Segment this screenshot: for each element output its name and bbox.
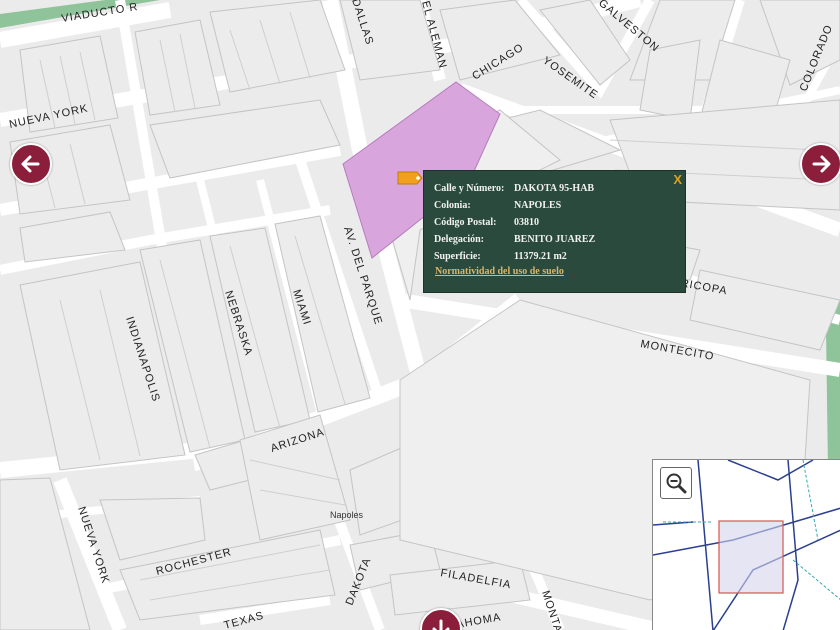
info-label: Superficie: [434,251,481,262]
info-value: 03810 [514,217,539,228]
info-value: DAKOTA 95-HAB [514,183,595,194]
parcel-info-popup: X Calle y Número: DAKOTA 95-HAB Colonia:… [423,170,686,293]
info-row: Delegación: BENITO JUAREZ [434,233,595,250]
info-label: Código Postal: [434,217,497,228]
info-label: Calle y Número: [434,183,505,194]
place-label-napoles: Napoles [330,510,364,520]
info-label: Delegación: [434,234,484,245]
info-row: Código Postal: 03810 [434,216,595,233]
zoom-out-icon [666,473,687,494]
info-row: Superficie: 11379.21 m2 [434,250,595,267]
info-value: 11379.21 m2 [514,251,567,262]
arrow-right-icon [812,155,831,173]
info-value: NAPOLES [514,200,562,211]
land-use-regulation-link[interactable]: Normatividad del uso de suelo [435,266,564,277]
info-label: Colonia: [434,200,471,211]
popup-close-button[interactable]: X [673,172,682,187]
parcel-info-table: Calle y Número: DAKOTA 95-HAB Colonia: N… [434,182,595,267]
arrow-left-icon [21,155,40,173]
overview-viewport-box[interactable] [718,520,784,594]
location-marker-icon[interactable] [397,170,423,186]
pan-right-button[interactable] [800,143,840,185]
pan-left-button[interactable] [10,143,52,185]
info-row: Colonia: NAPOLES [434,199,595,216]
overview-zoom-button[interactable] [660,467,692,499]
map-view[interactable]: VIADUCTO R DALLAS EL ALEMAN GALVESTON CO… [0,0,840,630]
info-value: BENITO JUAREZ [514,234,596,245]
overview-map[interactable] [652,459,840,630]
info-row: Calle y Número: DAKOTA 95-HAB [434,182,595,199]
arrow-down-icon [432,619,450,630]
